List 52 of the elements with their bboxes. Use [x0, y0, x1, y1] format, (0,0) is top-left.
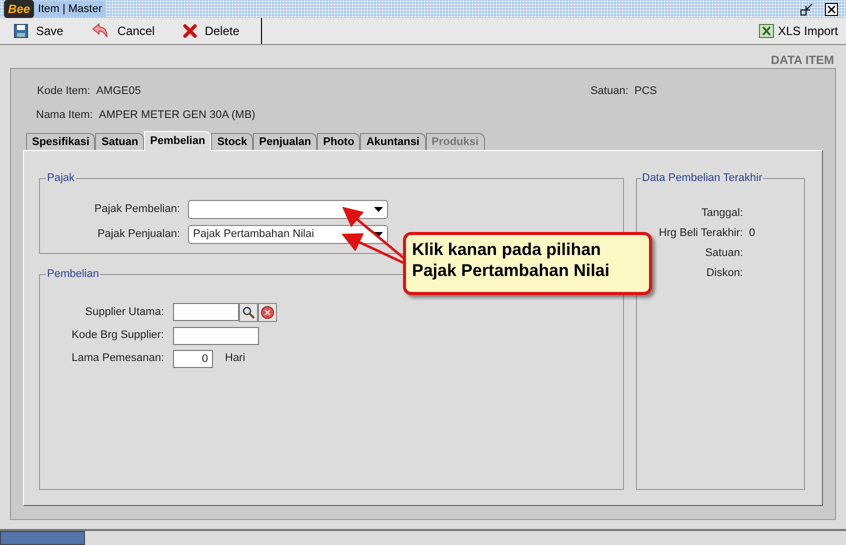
clear-icon [261, 306, 274, 318]
dropdown-value: Pajak Pertambahan Nilai [193, 226, 316, 242]
dropdown[interactable] [188, 200, 388, 218]
unit-label: Hari [225, 351, 246, 366]
toolbar-button[interactable]: Cancel [77, 18, 169, 44]
tab[interactable]: Satuan [95, 133, 144, 150]
input-field[interactable]: 0 [173, 350, 213, 368]
caret-down-icon [374, 232, 383, 236]
input-field[interactable] [173, 326, 259, 344]
toolbar-button[interactable]: Delete [168, 18, 254, 44]
window-title: Item | Master [34, 0, 106, 18]
field-label: Pajak Penjualan: [96, 226, 181, 242]
search-button[interactable] [239, 302, 258, 322]
tab[interactable]: Pembelian [144, 131, 212, 151]
clear-button[interactable] [258, 302, 277, 322]
caret-down-icon [374, 206, 383, 212]
restore-icon[interactable] [800, 2, 813, 16]
field-label: Diskon: [705, 266, 743, 281]
field-value: PCS [634, 84, 657, 99]
field-label: Satuan: [590, 84, 628, 99]
undo-arrow-icon [91, 23, 110, 39]
input-field[interactable] [173, 303, 239, 321]
app-logo: Bee [4, 0, 34, 18]
delete-x-icon [182, 24, 197, 38]
dropdown[interactable]: Pajak Pertambahan Nilai [188, 224, 388, 244]
xls-import-button[interactable]: XLS Import [750, 18, 846, 44]
page-title: DATA ITEM [770, 52, 834, 67]
callout-note: Klik kanan pada pilihan Pajak Pertambahan Nilai [403, 232, 652, 295]
field-label: Nama Item: [36, 108, 93, 123]
tab[interactable]: Spesifikasi [26, 133, 96, 150]
group-title: Data Pembelian Terakhir [641, 171, 764, 186]
field-label: Hrg Beli Terakhir: [658, 226, 743, 241]
tab[interactable]: Photo [317, 133, 360, 150]
toolbar-button[interactable]: Save [0, 18, 78, 44]
field-label: Lama Pemesanan: [70, 351, 165, 366]
field-label: Kode Item: [37, 84, 90, 99]
tab[interactable]: Stock [211, 133, 254, 150]
group-title: Pembelian [46, 267, 100, 282]
field-label: Tanggal: [700, 206, 743, 221]
tab[interactable]: Akuntansi [360, 133, 426, 150]
spreadsheet-icon [758, 24, 774, 38]
field-label: Satuan: [704, 246, 743, 261]
field-label: Kode Brg Supplier: [70, 328, 165, 344]
field-label: Supplier Utama: [84, 304, 165, 320]
field-value: 0 [749, 226, 756, 241]
group-title: Pajak [46, 171, 76, 186]
field-value: AMPER METER GEN 30A (MB) [98, 108, 256, 123]
close-icon[interactable] [825, 2, 838, 16]
field-label: Pajak Pembelian: [93, 202, 181, 217]
field-value: AMGE05 [96, 84, 141, 99]
search-icon [242, 306, 255, 318]
tab[interactable]: Penjualan [253, 133, 318, 150]
